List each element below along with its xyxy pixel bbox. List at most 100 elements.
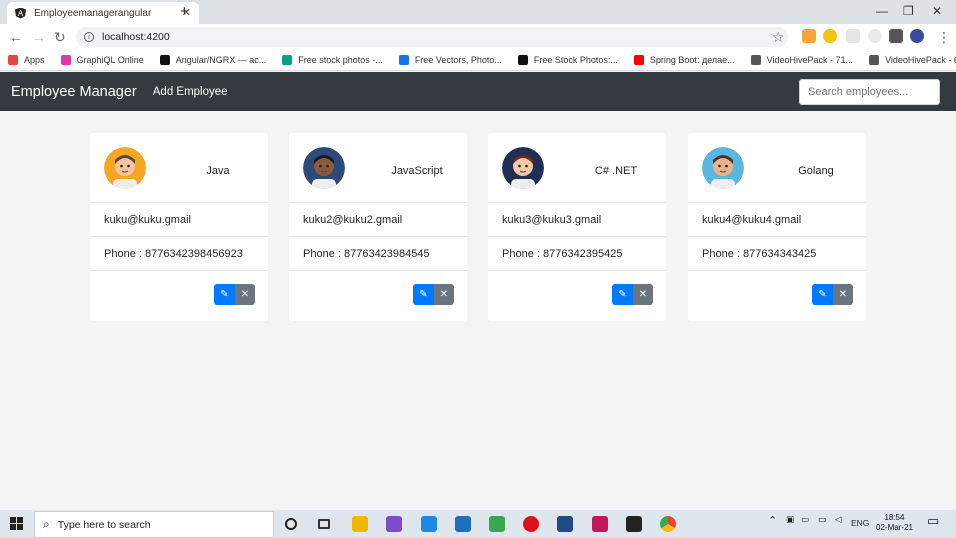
windows-taskbar: ⌕ Type here to search ⌃ ▣ ▭ ▭ ◁ ENG 18:5… — [0, 510, 956, 538]
chrome-icon[interactable] — [660, 516, 676, 532]
bookmark-favicon-icon — [398, 54, 409, 65]
taskbar-search-placeholder: Type here to search — [57, 518, 151, 531]
job-title: JavaScript — [391, 165, 443, 177]
pencil-icon: ✎ — [220, 289, 229, 300]
file-explorer-icon[interactable] — [352, 516, 368, 532]
browser-tab[interactable]: A Employeemanagerangular ✕ — [7, 2, 199, 24]
reload-icon[interactable]: ↻ — [54, 29, 66, 46]
new-tab-icon[interactable]: + — [180, 3, 189, 20]
bookmark-item[interactable]: VideoHivePack - 71... — [750, 54, 854, 65]
browser-tab-strip: A Employeemanagerangular ✕ + — ❐ ✕ — [0, 0, 956, 24]
bookmark-item[interactable]: Free Vectors, Photo... — [398, 54, 502, 65]
delete-button[interactable]: ✕ — [434, 284, 454, 305]
delete-button[interactable]: ✕ — [633, 284, 653, 305]
notifications-icon[interactable]: ▭ — [927, 513, 939, 529]
address-bar-row: ← → ↻ i localhost:4200 ☆ ⋮ — [0, 24, 956, 49]
url-field[interactable]: i localhost:4200 — [76, 27, 788, 47]
volume-icon[interactable]: ◁ — [835, 514, 842, 525]
close-icon: ✕ — [638, 289, 648, 300]
employee-phone: Phone : 8776342398456923 — [90, 237, 268, 271]
bookmark-item[interactable]: Angular/NGRX — ас... — [159, 54, 267, 65]
chevron-up-icon[interactable]: ⌃ — [768, 514, 777, 527]
bookmark-favicon-icon — [159, 54, 170, 65]
extension-icon[interactable] — [823, 29, 837, 43]
mail-icon[interactable] — [455, 516, 471, 532]
bookmark-label: GraphiQL Online — [76, 54, 144, 65]
visual-studio-icon[interactable] — [386, 516, 402, 532]
minimize-icon[interactable]: — — [876, 4, 888, 18]
clock-time: 18:54 — [884, 513, 905, 522]
close-icon: ✕ — [240, 289, 250, 300]
taskbar-search-input[interactable]: ⌕ Type here to search — [34, 511, 274, 538]
avatar — [104, 147, 146, 189]
card-footer: ✎ ✕ — [289, 271, 467, 321]
battery-icon[interactable]: ▭ — [818, 514, 826, 525]
bookmark-favicon-icon — [750, 54, 761, 65]
info-icon[interactable]: i — [84, 32, 94, 42]
employee-card: Golang kuku4@kuku4.gmail Phone : 8776343… — [688, 133, 866, 321]
employee-card: C# .NET kuku3@kuku3.gmail Phone : 877634… — [488, 133, 666, 321]
employee-email: kuku@kuku.gmail — [90, 203, 268, 237]
edit-button[interactable]: ✎ — [214, 284, 235, 305]
intellij-icon[interactable] — [592, 516, 608, 532]
menu-dots-icon[interactable]: ⋮ — [937, 29, 951, 46]
card-header: C# .NET — [488, 133, 666, 203]
close-icon: ✕ — [838, 289, 848, 300]
edit-button[interactable]: ✎ — [812, 284, 833, 305]
clock-date: 02-Mar-21 — [876, 523, 913, 532]
search-icon: ⌕ — [43, 517, 50, 531]
back-icon[interactable]: ← — [9, 29, 23, 45]
extension-icon[interactable] — [868, 29, 882, 43]
delete-button[interactable]: ✕ — [235, 284, 255, 305]
opera-icon[interactable] — [523, 516, 539, 532]
vscode-icon[interactable] — [421, 516, 437, 532]
task-view-icon[interactable] — [318, 519, 330, 529]
bookmark-label: Free stock photos -... — [298, 54, 383, 65]
device-icon[interactable]: ▣ — [786, 514, 794, 525]
bookmark-item[interactable]: GraphiQL Online — [60, 54, 144, 65]
clock[interactable]: 18:54 02-Mar-21 — [876, 513, 913, 533]
card-header: Java — [90, 133, 268, 203]
app-icon[interactable] — [489, 516, 505, 532]
bookmark-label: Spring Boot: делае... — [649, 54, 735, 65]
bookmark-star-icon[interactable]: ☆ — [772, 29, 785, 46]
edit-button[interactable]: ✎ — [612, 284, 633, 305]
bookmark-label: VideoHivePack - 71... — [766, 54, 854, 65]
terminal-icon[interactable] — [626, 516, 642, 532]
bookmark-item[interactable]: Free stock photos -... — [282, 54, 383, 65]
extension-icon[interactable] — [846, 29, 860, 43]
app-icon[interactable] — [557, 516, 573, 532]
bookmark-item[interactable]: Free Stock Photos:... — [517, 54, 618, 65]
search-employees-input[interactable] — [799, 79, 940, 105]
maximize-icon[interactable]: ❐ — [903, 4, 914, 18]
add-employee-link[interactable]: Add Employee — [153, 86, 228, 98]
language-indicator[interactable]: ENG — [851, 518, 869, 528]
edit-button[interactable]: ✎ — [413, 284, 434, 305]
windows-start-icon[interactable] — [10, 517, 23, 530]
forward-icon[interactable]: → — [32, 29, 46, 45]
bookmark-label: Free Vectors, Photo... — [414, 54, 502, 65]
extension-off-icon[interactable] — [802, 29, 816, 43]
close-window-icon[interactable]: ✕ — [932, 4, 942, 18]
bookmark-item[interactable]: VideoHivePack - 69... — [869, 54, 956, 65]
url-text: localhost:4200 — [102, 31, 170, 43]
employee-phone: Phone : 877634343425 — [688, 237, 866, 271]
card-footer: ✎ ✕ — [90, 271, 268, 321]
tab-title: Employeemanagerangular — [34, 7, 152, 19]
app-navbar: Employee Manager Add Employee — [0, 72, 956, 111]
profile-icon[interactable] — [910, 29, 924, 43]
employee-card: Java kuku@kuku.gmail Phone : 87763423984… — [90, 133, 268, 321]
bookmark-label: Angular/NGRX — ас... — [175, 54, 267, 65]
avatar — [303, 147, 345, 189]
network-icon[interactable]: ▭ — [801, 514, 809, 525]
bookmark-item[interactable]: Apps — [8, 54, 45, 65]
apps-grid-icon — [8, 54, 18, 65]
bookmark-item[interactable]: Spring Boot: делае... — [633, 54, 735, 65]
puzzle-icon[interactable] — [889, 29, 903, 43]
employee-card: JavaScript kuku2@kuku2.gmail Phone : 877… — [289, 133, 467, 321]
delete-button[interactable]: ✕ — [833, 284, 853, 305]
brand-link[interactable]: Employee Manager — [11, 84, 137, 100]
employee-email: kuku3@kuku3.gmail — [488, 203, 666, 237]
bookmark-label: VideoHivePack - 69... — [885, 54, 956, 65]
cortana-icon[interactable] — [285, 518, 297, 530]
